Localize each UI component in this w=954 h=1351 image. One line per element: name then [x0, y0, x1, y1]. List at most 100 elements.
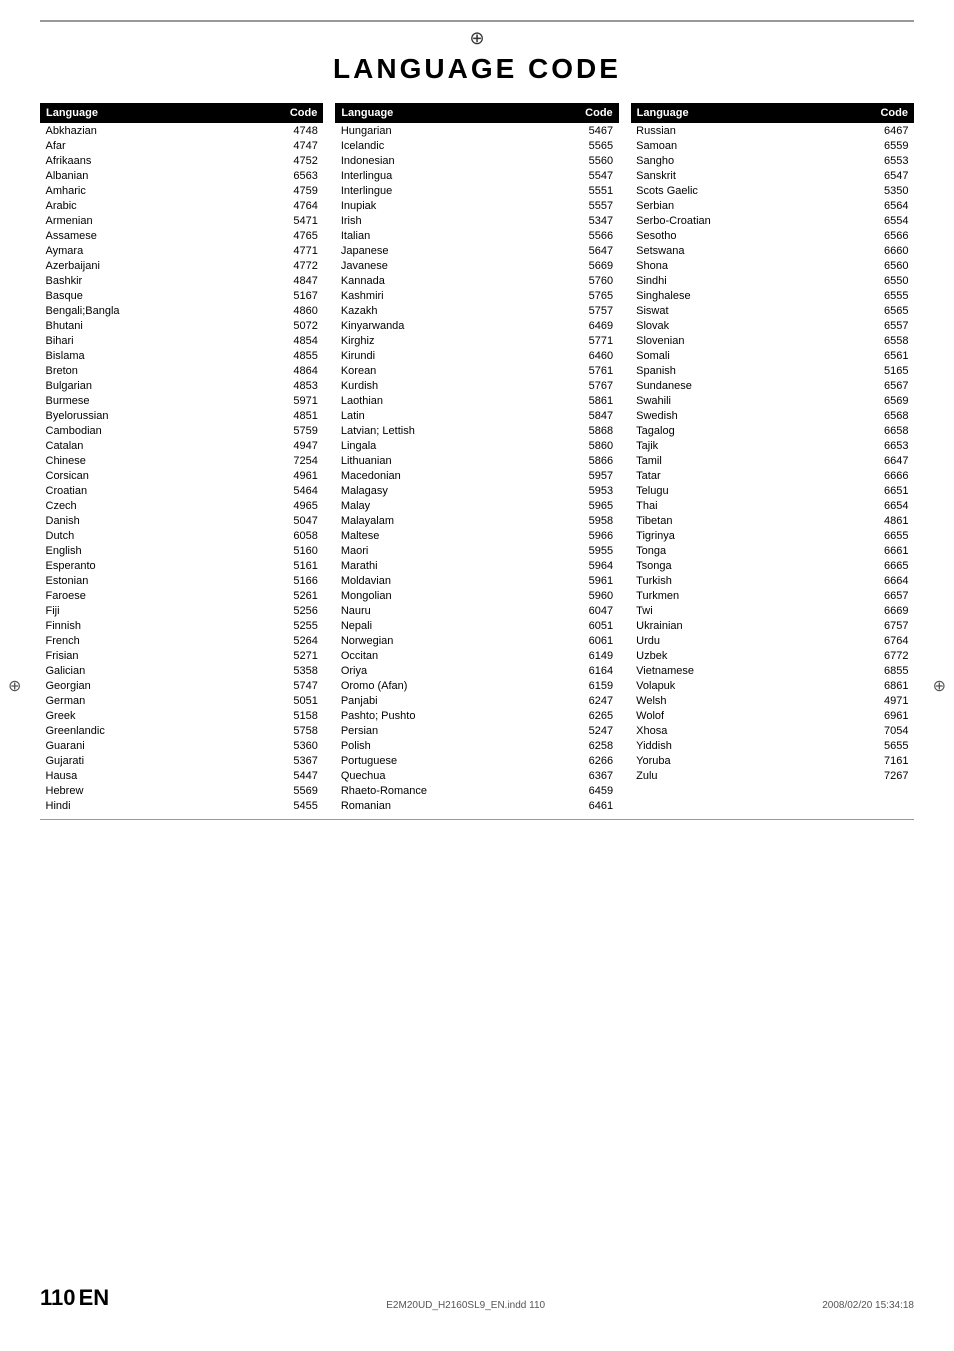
table-row: Tatar6666	[631, 468, 913, 483]
table-row: Danish5047	[41, 513, 323, 528]
table-row: Twi6669	[631, 603, 913, 618]
language-name: Maltese	[336, 528, 568, 543]
language-name: Welsh	[631, 693, 863, 708]
language-code: 6266	[568, 753, 618, 768]
language-name: Mongolian	[336, 588, 568, 603]
language-code: 6563	[273, 168, 323, 183]
language-code: 6061	[568, 633, 618, 648]
language-code: 5161	[273, 558, 323, 573]
language-code: 5760	[568, 273, 618, 288]
table-row: Norwegian6061	[336, 633, 618, 648]
table-row: Zulu7267	[631, 768, 913, 783]
language-name: Tigrinya	[631, 528, 863, 543]
language-code: 6564	[863, 198, 913, 213]
table-row: Guarani5360	[41, 738, 323, 753]
language-code: 5647	[568, 243, 618, 258]
language-code: 5255	[273, 618, 323, 633]
language-name: Spanish	[631, 363, 863, 378]
table-col1: Language Code Abkhazian4748Afar4747Afrik…	[40, 103, 323, 813]
table-row: Ukrainian6757	[631, 618, 913, 633]
table-row: Esperanto5161	[41, 558, 323, 573]
language-code: 6757	[863, 618, 913, 633]
language-name: Sangho	[631, 153, 863, 168]
language-name: Fiji	[41, 603, 273, 618]
language-code: 5566	[568, 228, 618, 243]
language-name: Swahili	[631, 393, 863, 408]
language-name: Albanian	[41, 168, 273, 183]
language-name: Telugu	[631, 483, 863, 498]
table-row: Malay5965	[336, 498, 618, 513]
language-name: Serbo-Croatian	[631, 213, 863, 228]
language-code: 6772	[863, 648, 913, 663]
table-row: Albanian6563	[41, 168, 323, 183]
language-name: Persian	[336, 723, 568, 738]
language-name: Wolof	[631, 708, 863, 723]
language-name: Portuguese	[336, 753, 568, 768]
table-row: Occitan6149	[336, 648, 618, 663]
table-row: Sanskrit6547	[631, 168, 913, 183]
language-code: 6367	[568, 768, 618, 783]
table-row: Kannada5760	[336, 273, 618, 288]
language-name: Urdu	[631, 633, 863, 648]
language-code: 6557	[863, 318, 913, 333]
table-row: Galician5358	[41, 663, 323, 678]
language-code: 5966	[568, 528, 618, 543]
table-row: Oromo (Afan)6159	[336, 678, 618, 693]
language-name: Arabic	[41, 198, 273, 213]
language-name: Panjabi	[336, 693, 568, 708]
language-name: Latin	[336, 408, 568, 423]
table-row: Malagasy5953	[336, 483, 618, 498]
footer-right: 2008/02/20 15:34:18	[822, 1300, 914, 1311]
language-name: Sanskrit	[631, 168, 863, 183]
language-name: Faroese	[41, 588, 273, 603]
table-row: Dutch6058	[41, 528, 323, 543]
language-name: Greenlandic	[41, 723, 273, 738]
language-code: 5264	[273, 633, 323, 648]
columns-wrapper: Language Code Abkhazian4748Afar4747Afrik…	[40, 103, 914, 813]
right-side-symbol: ⊕	[933, 676, 946, 696]
language-name: English	[41, 543, 273, 558]
table-row: Quechua6367	[336, 768, 618, 783]
language-code: 4971	[863, 693, 913, 708]
language-code: 5971	[273, 393, 323, 408]
language-name: Oromo (Afan)	[336, 678, 568, 693]
language-code: 6159	[568, 678, 618, 693]
language-name: Interlingua	[336, 168, 568, 183]
table-row: Panjabi6247	[336, 693, 618, 708]
language-name: Rhaeto-Romance	[336, 783, 568, 798]
table-row: Latin5847	[336, 408, 618, 423]
language-code: 5464	[273, 483, 323, 498]
language-name: Czech	[41, 498, 273, 513]
language-code: 6567	[863, 378, 913, 393]
language-code: 4855	[273, 348, 323, 363]
table-row: Faroese5261	[41, 588, 323, 603]
language-code: 6460	[568, 348, 618, 363]
language-name: French	[41, 633, 273, 648]
table-row: Kirghiz5771	[336, 333, 618, 348]
table-row: French5264	[41, 633, 323, 648]
language-code: 5861	[568, 393, 618, 408]
table-row: Cambodian5759	[41, 423, 323, 438]
language-code: 5247	[568, 723, 618, 738]
table-row: Arabic4764	[41, 198, 323, 213]
table-row: Macedonian5957	[336, 468, 618, 483]
language-code: 6654	[863, 498, 913, 513]
table-row: Kazakh5757	[336, 303, 618, 318]
language-name: Kirundi	[336, 348, 568, 363]
language-name: Afrikaans	[41, 153, 273, 168]
language-code: 4748	[273, 123, 323, 139]
column-1: Language Code Abkhazian4748Afar4747Afrik…	[40, 103, 323, 813]
table-row: Scots Gaelic5350	[631, 183, 913, 198]
table-row: Tsonga6665	[631, 558, 913, 573]
language-code: 6565	[863, 303, 913, 318]
language-code: 5860	[568, 438, 618, 453]
language-name: Georgian	[41, 678, 273, 693]
language-name: Interlingue	[336, 183, 568, 198]
table-row: Sangho6553	[631, 153, 913, 168]
language-code: 6459	[568, 783, 618, 798]
language-name: Setswana	[631, 243, 863, 258]
top-symbol: ⊕	[40, 28, 914, 49]
language-code: 6566	[863, 228, 913, 243]
language-name: Scots Gaelic	[631, 183, 863, 198]
language-code: 6568	[863, 408, 913, 423]
